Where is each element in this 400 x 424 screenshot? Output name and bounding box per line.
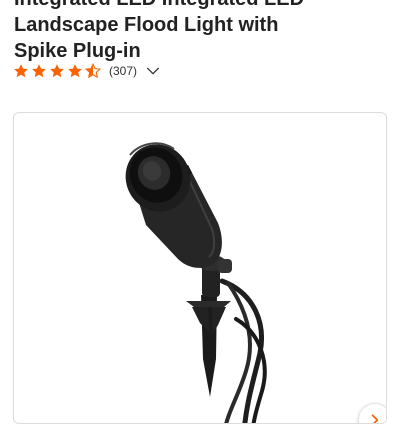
- chevron-down-icon[interactable]: [145, 63, 161, 79]
- product-title-line: Landscape Flood Light with: [14, 14, 279, 36]
- rating-summary[interactable]: (307): [13, 61, 161, 81]
- star-full-icon: [32, 64, 46, 78]
- star-full-icon: [14, 64, 28, 78]
- star-full-icon: [50, 64, 64, 78]
- review-count[interactable]: (307): [109, 64, 137, 78]
- product-image-gallery[interactable]: [13, 112, 387, 424]
- product-title-line: Integrated LED Integrated LED: [14, 0, 394, 12]
- star-rating: [13, 63, 103, 79]
- product-title: Integrated LED Integrated LED Landscape …: [14, 0, 394, 64]
- landscape-flood-light-image: [125, 142, 267, 423]
- star-full-icon: [68, 64, 82, 78]
- star-half-icon: [85, 63, 101, 79]
- chevron-right-icon: [371, 414, 379, 423]
